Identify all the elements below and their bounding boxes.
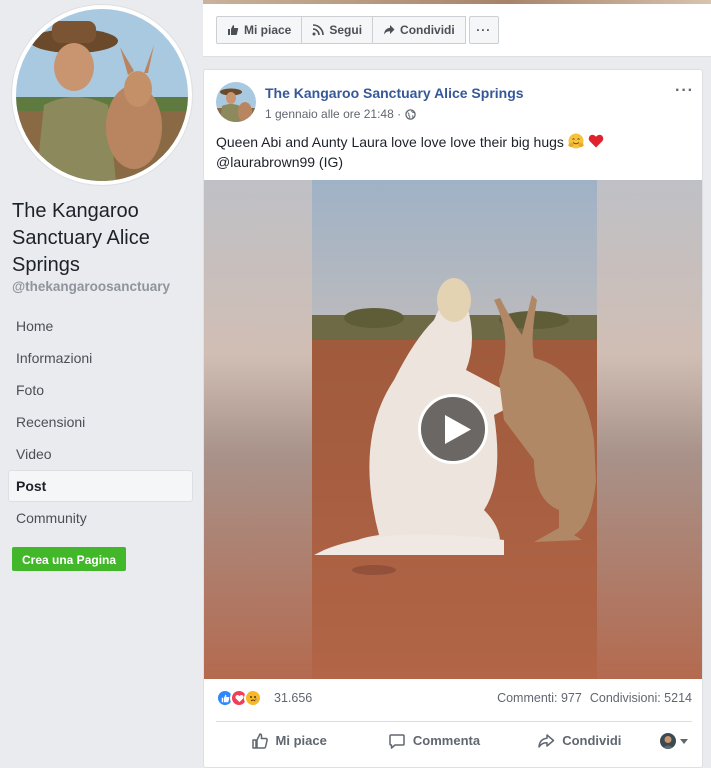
post-actions: Mi piace Commenta Condividi (216, 721, 692, 759)
sad-reaction-icon (244, 689, 262, 707)
thumbs-up-icon (251, 732, 268, 749)
post-video[interactable] (204, 180, 702, 679)
page-handle[interactable]: @thekangaroosanctuary (12, 279, 170, 294)
cover-photo-edge (203, 0, 711, 4)
post-text-line1: Queen Abi and Aunty Laura love love love… (216, 134, 564, 150)
share-page-button[interactable]: Condividi (372, 16, 466, 44)
share-post-button[interactable]: Condividi (507, 725, 652, 757)
comment-button[interactable]: Commenta (361, 725, 506, 757)
share-count[interactable]: Condivisioni: 5214 (590, 691, 692, 705)
share-page-label: Condividi (400, 23, 455, 37)
profile-photo (16, 9, 188, 181)
reaction-count[interactable]: 31.656 (274, 691, 312, 705)
page-name[interactable]: The Kangaroo Sanctuary Alice Springs (12, 198, 197, 279)
left-sidebar: The Kangaroo Sanctuary Alice Springs @th… (0, 0, 203, 768)
acting-as-avatar (659, 732, 676, 749)
nav-item-foto[interactable]: Foto (8, 374, 193, 406)
nav-item-video[interactable]: Video (8, 438, 193, 470)
rss-icon (312, 24, 325, 36)
create-page-button[interactable]: Crea una Pagina (12, 547, 127, 571)
more-options-button[interactable]: ··· (468, 16, 499, 44)
nav-item-informazioni[interactable]: Informazioni (8, 342, 193, 374)
comment-count[interactable]: Commenti: 977 (497, 691, 582, 705)
share-arrow-icon (538, 733, 555, 748)
page-profile-picture[interactable] (12, 5, 192, 185)
nav-item-recensioni[interactable]: Recensioni (8, 406, 193, 438)
follow-button[interactable]: Segui (301, 16, 374, 44)
play-icon (445, 415, 471, 444)
globe-icon (405, 108, 416, 120)
post-author-name[interactable]: The Kangaroo Sanctuary Alice Springs (265, 85, 524, 101)
like-page-button[interactable]: Mi piace (216, 16, 303, 44)
page-action-buttons: Mi piace Segui Condividi ··· (216, 16, 499, 44)
comment-share-counts: Commenti: 977 Condivisioni: 5214 (497, 691, 692, 705)
share-post-label: Condividi (562, 733, 622, 748)
red-heart-icon (588, 134, 604, 148)
post-card: The Kangaroo Sanctuary Alice Springs 1 g… (203, 69, 703, 768)
page-action-bar: Mi piace Segui Condividi ··· (203, 0, 711, 57)
post-stats: 31.656 Commenti: 977 Condivisioni: 5214 (216, 687, 692, 711)
nav-item-post[interactable]: Post (8, 470, 193, 502)
page-nav: Home Informazioni Foto Recensioni Video … (8, 310, 193, 534)
play-button[interactable] (418, 394, 488, 464)
author-avatar-image (216, 82, 256, 122)
comment-icon (389, 733, 405, 749)
thumbs-up-icon (228, 25, 239, 35)
nav-item-home[interactable]: Home (8, 310, 193, 342)
like-page-label: Mi piace (244, 23, 292, 37)
like-post-button[interactable]: Mi piace (216, 725, 361, 757)
post-text-line2[interactable]: @laurabrown99 (IG) (216, 154, 343, 170)
post-author-avatar[interactable] (216, 82, 256, 122)
comment-label: Commenta (412, 733, 481, 748)
post-timestamp[interactable]: 1 gennaio alle ore 21:48 · (265, 107, 401, 121)
acting-as-selector[interactable] (652, 732, 692, 749)
follow-label: Segui (329, 23, 363, 37)
hugging-face-icon (568, 133, 584, 149)
like-post-label: Mi piace (275, 733, 327, 748)
post-meta: 1 gennaio alle ore 21:48 · (265, 107, 416, 121)
post-text: Queen Abi and Aunty Laura love love love… (216, 132, 686, 172)
reaction-icons[interactable] (216, 689, 262, 707)
caret-down-icon (679, 738, 688, 744)
nav-item-community[interactable]: Community (8, 502, 193, 534)
share-arrow-icon (384, 25, 395, 35)
post-options-button[interactable]: ··· (675, 82, 694, 100)
